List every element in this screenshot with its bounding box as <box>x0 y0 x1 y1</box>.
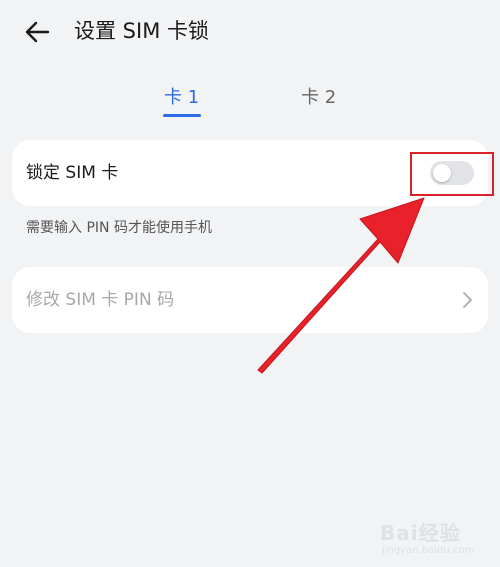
lock-sim-label: 锁定 SIM 卡 <box>26 163 119 183</box>
watermark-text: Bai经验 <box>380 521 461 545</box>
sim-tabs: 卡 1 卡 2 <box>0 84 500 124</box>
back-button[interactable] <box>22 16 54 48</box>
change-pin-label: 修改 SIM 卡 PIN 码 <box>26 290 175 310</box>
chevron-right-icon <box>463 292 472 308</box>
change-pin-row[interactable]: 修改 SIM 卡 PIN 码 <box>12 267 488 333</box>
back-arrow-icon <box>25 21 50 43</box>
active-tab-indicator <box>163 114 201 117</box>
watermark-logo: Bai经验 jingyan.baidu.com <box>380 515 495 563</box>
tab-sim-1[interactable]: 卡 1 <box>164 84 199 112</box>
watermark-subtext: jingyan.baidu.com <box>382 545 475 556</box>
highlight-box <box>410 152 494 196</box>
lock-sim-hint: 需要输入 PIN 码才能使用手机 <box>26 220 212 236</box>
page-title: 设置 SIM 卡锁 <box>74 19 209 43</box>
tab-sim-2[interactable]: 卡 2 <box>301 84 336 112</box>
